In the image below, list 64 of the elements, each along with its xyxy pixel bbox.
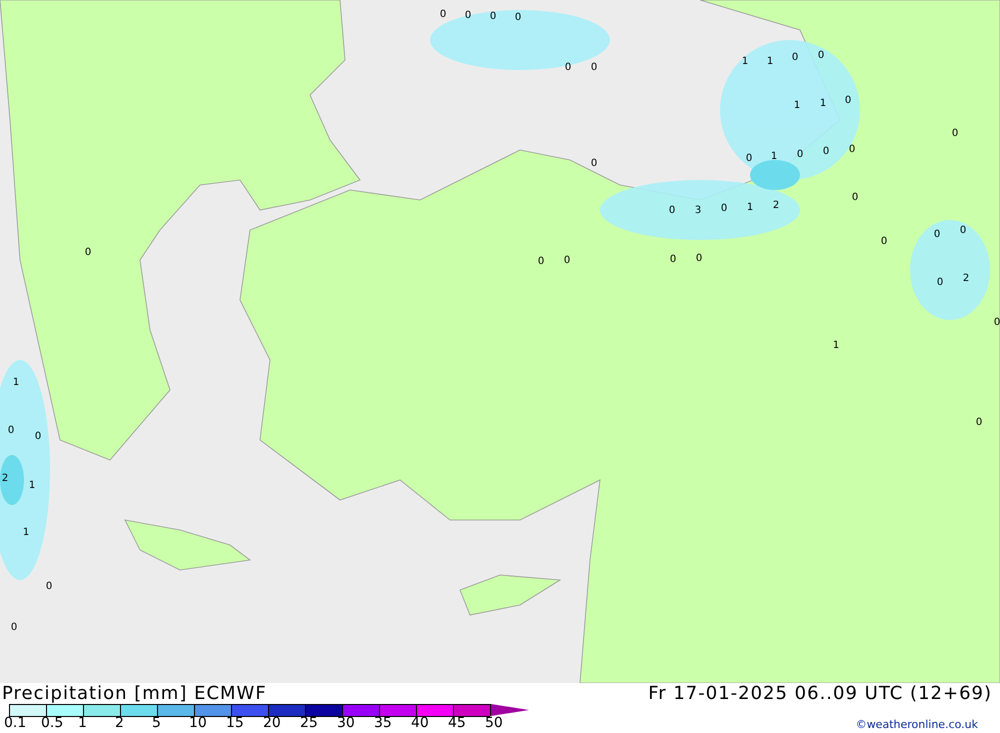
legend-label: 2 xyxy=(115,716,125,731)
precipitation-value: 2 xyxy=(962,274,970,284)
precipitation-value: 1 xyxy=(746,203,754,213)
precipitation-value: 0 xyxy=(844,96,852,106)
legend-label: 35 xyxy=(374,716,393,731)
legend-label: 20 xyxy=(263,716,282,731)
precipitation-value: 0 xyxy=(490,12,496,22)
precipitation-value: 0 xyxy=(796,150,804,160)
precipitation-value: 0 xyxy=(976,418,982,428)
legend-label: 0.5 xyxy=(41,716,64,731)
precipitation-value: 0 xyxy=(538,257,544,267)
precipitation-value: 1 xyxy=(832,341,840,351)
precipitation-value: 0 xyxy=(960,226,966,236)
legend-label: 15 xyxy=(226,716,245,731)
precipitation-value: 1 xyxy=(794,101,800,111)
precipitation-value: 1 xyxy=(22,528,30,538)
legend-label: 1 xyxy=(78,716,88,731)
precipitation-value: 0 xyxy=(818,51,824,61)
precipitation-value: 2 xyxy=(2,474,8,484)
legend-label: 0.1 xyxy=(4,716,28,731)
precipitation-value: 0 xyxy=(440,10,446,20)
precipitation-value: 0 xyxy=(514,13,522,23)
precipitation-value: 0 xyxy=(720,204,728,214)
precipitation-value: 1 xyxy=(820,99,826,109)
precipitation-value: 1 xyxy=(12,378,20,388)
credit-text: ©weatheronline.co.uk xyxy=(856,718,978,731)
precipitation-value: 0 xyxy=(746,154,752,164)
precipitation-value: 0 xyxy=(880,237,888,247)
precipitation-value: 0 xyxy=(952,129,958,139)
precipitation-value: 0 xyxy=(934,230,940,240)
precipitation-value: 0 xyxy=(994,318,1000,328)
precipitation-value: 0 xyxy=(590,159,598,169)
legend-label: 5 xyxy=(152,716,162,731)
chart-title: Precipitation [mm] ECMWF xyxy=(2,683,267,704)
precipitation-value: 0 xyxy=(84,248,92,258)
precipitation-value: 0 xyxy=(10,623,18,633)
precipitation-value: 2 xyxy=(772,201,780,211)
precipitation-value: 0 xyxy=(464,11,472,21)
precipitation-value: 0 xyxy=(822,147,830,157)
precipitation-value: 0 xyxy=(848,145,856,155)
precipitation-value: 1 xyxy=(766,57,774,67)
precipitation-value: 0 xyxy=(590,63,598,73)
precipitation-value: 0 xyxy=(8,426,14,436)
precipitation-value: 0 xyxy=(936,278,944,288)
precipitation-value: 0 xyxy=(46,582,52,592)
precipitation-value: 1 xyxy=(742,57,748,67)
forecast-time: Fr 17-01-2025 06..09 UTC (12+69) xyxy=(648,683,992,704)
precipitation-value: 0 xyxy=(564,256,570,266)
precipitation-value: 1 xyxy=(770,152,778,162)
precipitation-value: 0 xyxy=(792,53,798,63)
legend-label: 25 xyxy=(300,716,319,731)
legend-label: 50 xyxy=(485,716,504,731)
legend-label: 30 xyxy=(337,716,356,731)
precipitation-value: 0 xyxy=(852,193,858,203)
precipitation-value: 0 xyxy=(670,255,676,265)
precipitation-value: 3 xyxy=(694,206,702,216)
precipitation-value: 0 xyxy=(668,206,676,216)
precipitation-value: 1 xyxy=(28,481,36,491)
legend-label: 45 xyxy=(448,716,467,731)
precipitation-value: 0 xyxy=(696,254,702,264)
legend-label: 10 xyxy=(189,716,208,731)
precipitation-value: 0 xyxy=(34,432,42,442)
legend-label: 40 xyxy=(411,716,430,731)
precipitation-value: 0 xyxy=(564,63,572,73)
